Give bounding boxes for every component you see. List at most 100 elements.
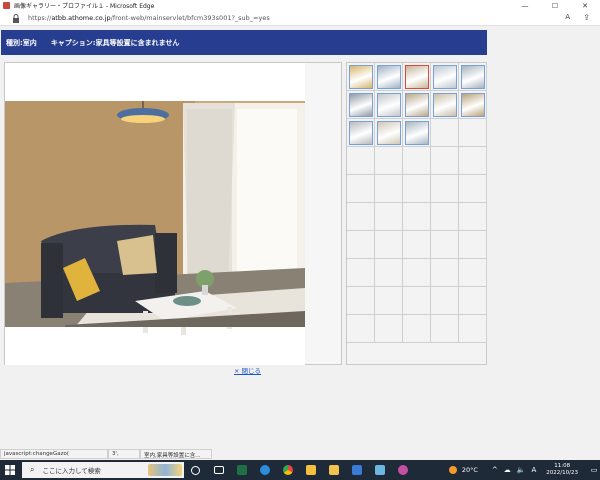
empty-thumbnail-cell <box>375 147 403 175</box>
mail-app-icon[interactable] <box>345 460 368 480</box>
thumbnail-cell[interactable] <box>375 119 403 147</box>
thumbnail-cell[interactable] <box>347 91 375 119</box>
empty-thumbnail-cell <box>459 315 487 343</box>
chrome-browser-icon[interactable] <box>276 460 299 480</box>
thumbnail-cell[interactable] <box>459 63 487 91</box>
thumbnail-image[interactable] <box>349 93 373 117</box>
thumbnail-image[interactable] <box>433 65 457 89</box>
close-window-button[interactable]: ✕ <box>570 0 600 11</box>
paint-app-icon[interactable] <box>391 460 414 480</box>
empty-thumbnail-cell <box>403 147 431 175</box>
cortana-icon[interactable] <box>184 460 207 480</box>
empty-thumbnail-cell <box>347 287 375 315</box>
gallery-app-icon <box>3 2 10 9</box>
address-bar[interactable]: https://atbb.athome.co.jp/front-web/main… <box>0 11 600 26</box>
lock-icon[interactable] <box>10 12 22 24</box>
maximize-button[interactable]: ☐ <box>540 0 570 11</box>
empty-thumbnail-cell <box>459 175 487 203</box>
empty-thumbnail-cell <box>459 287 487 315</box>
empty-thumbnail-cell <box>375 259 403 287</box>
excel-app-icon[interactable] <box>230 460 253 480</box>
thumbnail-cell[interactable] <box>431 63 459 91</box>
ime-mode-indicator[interactable]: A <box>532 466 537 474</box>
empty-thumbnail-cell <box>375 287 403 315</box>
thumbnail-image[interactable] <box>461 93 485 117</box>
tray-overflow-chevron[interactable]: ^ <box>492 466 498 474</box>
thumbnail-image[interactable] <box>461 65 485 89</box>
thumbnail-cell[interactable] <box>375 91 403 119</box>
thumbnail-cell[interactable] <box>347 119 375 147</box>
thumbnail-image[interactable] <box>349 65 373 89</box>
thumbnail-cell[interactable] <box>403 91 431 119</box>
taskbar-clock[interactable]: 11:08 2022/10/23 <box>546 463 578 477</box>
clock-date: 2022/10/23 <box>546 470 578 476</box>
url-text[interactable]: https://atbb.athome.co.jp/front-web/main… <box>28 14 270 22</box>
room-photo <box>5 63 305 365</box>
thumbnail-image[interactable] <box>377 65 401 89</box>
minimize-button[interactable]: — <box>510 0 540 11</box>
empty-thumbnail-cell <box>375 203 403 231</box>
empty-thumbnail-cell <box>459 231 487 259</box>
window-controls: — ☐ ✕ <box>510 0 600 11</box>
window-titlebar: 画像ギャラリー・プロファイル１ - Microsoft Edge — ☐ ✕ <box>0 0 600 11</box>
status-bar: javascript:changeGazo( 3', 室内,家具等設置に含... <box>0 449 212 459</box>
empty-thumbnail-cell <box>403 287 431 315</box>
thumbnail-cell[interactable] <box>431 91 459 119</box>
windows-start-button[interactable] <box>0 460 20 480</box>
cloud-icon[interactable]: ☁ <box>504 466 511 474</box>
thumbnail-image[interactable] <box>349 121 373 145</box>
thumbnail-image[interactable] <box>433 93 457 117</box>
thumbnail-image[interactable] <box>377 121 401 145</box>
empty-thumbnail-cell <box>403 231 431 259</box>
taskbar: ⌕ ここに入力して検索 20°C ^ ☁ 🔈 A 11:08 2022/10/2… <box>0 460 600 480</box>
thumbnail-image[interactable] <box>377 93 401 117</box>
edge-browser-icon[interactable] <box>253 460 276 480</box>
thumbnail-image[interactable] <box>405 65 429 89</box>
status-link-caption: 室内,家具等設置に含... <box>140 449 212 459</box>
task-view-icon[interactable] <box>207 460 230 480</box>
thumbnail-cell[interactable] <box>403 119 431 147</box>
notification-icon[interactable]: ▭ <box>588 460 600 480</box>
empty-thumbnail-cell <box>347 175 375 203</box>
image-type-label: 種別:室内 <box>6 38 37 47</box>
system-tray: 20°C ^ ☁ 🔈 A 11:08 2022/10/23 ▭ <box>448 460 600 480</box>
empty-thumbnail-cell <box>403 203 431 231</box>
search-placeholder: ここに入力して検索 <box>42 467 101 475</box>
empty-thumbnail-cell <box>431 259 459 287</box>
weather-widget[interactable]: 20°C <box>448 466 478 474</box>
thumbnail-image[interactable] <box>405 93 429 117</box>
chat-app-icon[interactable] <box>299 460 322 480</box>
notes-app-icon[interactable] <box>368 460 391 480</box>
search-icon: ⌕ <box>30 465 35 474</box>
empty-thumbnail-cell <box>375 315 403 343</box>
thumbnail-cell[interactable] <box>375 63 403 91</box>
clock-time: 11:08 <box>554 463 571 469</box>
url-prefix: https:// <box>28 14 52 22</box>
empty-thumbnail-cell <box>347 203 375 231</box>
thumbnail-cell[interactable] <box>347 63 375 91</box>
share-button[interactable]: ⇪ <box>583 13 590 22</box>
empty-thumbnail-cell <box>431 231 459 259</box>
empty-thumbnail-cell <box>431 119 459 147</box>
read-aloud-button[interactable]: A <box>565 13 570 21</box>
file-explorer-icon[interactable] <box>322 460 345 480</box>
empty-thumbnail-cell <box>403 315 431 343</box>
thumbnail-cell[interactable] <box>459 91 487 119</box>
taskbar-search-box[interactable]: ⌕ ここに入力して検索 <box>22 462 184 478</box>
empty-thumbnail-cell <box>403 259 431 287</box>
empty-thumbnail-cell <box>403 175 431 203</box>
close-link[interactable]: × 閉じる <box>234 365 261 375</box>
empty-thumbnail-cell <box>459 119 487 147</box>
temperature-text: 20°C <box>461 466 478 474</box>
empty-thumbnail-cell <box>431 203 459 231</box>
thumbnail-image[interactable] <box>405 121 429 145</box>
empty-thumbnail-cell <box>375 231 403 259</box>
thumbnail-panel <box>346 62 487 365</box>
empty-thumbnail-cell <box>431 315 459 343</box>
empty-thumbnail-cell <box>347 231 375 259</box>
image-info-banner: 種別:室内 キャプション:家具等設置に含まれません <box>1 30 487 55</box>
volume-icon[interactable]: 🔈 <box>517 466 526 474</box>
window-title: 画像ギャラリー・プロファイル１ - Microsoft Edge <box>14 3 155 10</box>
status-link-url: javascript:changeGazo( <box>0 449 108 459</box>
thumbnail-cell[interactable] <box>403 63 431 91</box>
